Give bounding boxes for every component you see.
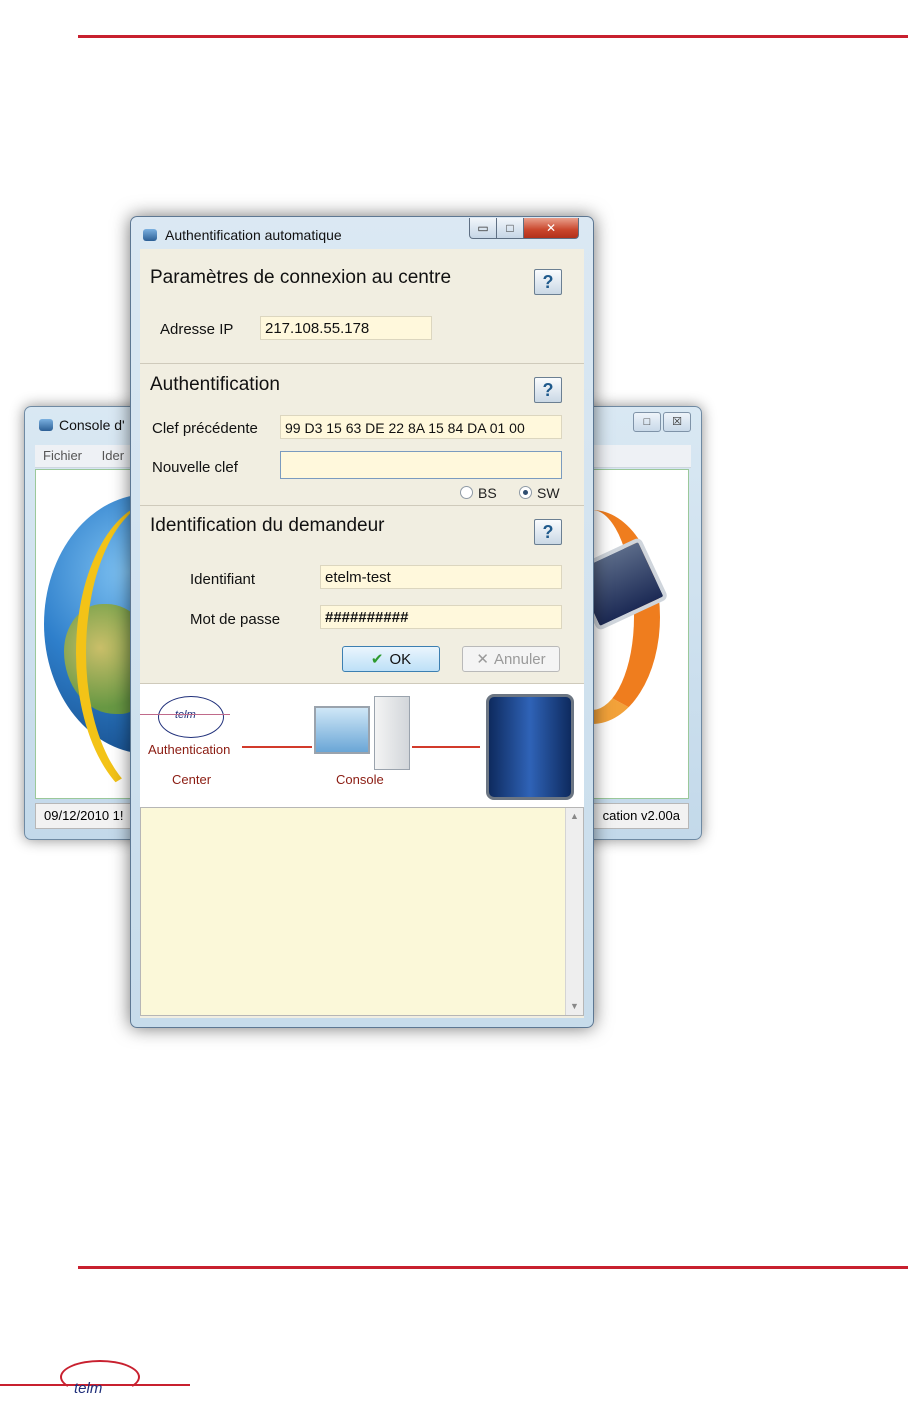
app-icon [39,419,53,431]
dialog-title: Authentification automatique [143,227,342,243]
pwd-field[interactable]: ########## [320,605,562,629]
log-scrollbar[interactable]: ▲ ▼ [565,808,583,1015]
cancel-button[interactable]: ✕ Annuler [462,646,560,672]
separator [140,363,584,364]
auth-dialog: Authentification automatique ▭ □ ✕ Param… [130,216,594,1028]
connection-diagram: telm Authentication Center Console [140,683,584,808]
auth-help-button[interactable]: ? [534,377,562,403]
maximize-icon[interactable]: □ [496,218,524,239]
new-key-label: Nouvelle clef [152,459,238,476]
radio-bs-indicator [460,486,473,499]
ip-label: Adresse IP [160,321,234,338]
pc-tower-icon [374,696,410,770]
ok-button[interactable]: ✔ OK [342,646,440,672]
radio-sw-indicator [519,486,532,499]
logo-line [140,714,230,715]
requester-help-button[interactable]: ? [534,519,562,545]
section-connection-heading: Paramètres de connexion au centre [150,267,452,288]
link-line-2 [412,746,480,748]
connection-help-button[interactable]: ? [534,269,562,295]
console-window-controls: □ ☒ [633,412,691,432]
scroll-up-icon[interactable]: ▲ [566,808,583,825]
id-label: Identifiant [190,571,256,588]
radio-bs[interactable]: BS [460,485,497,501]
pwd-label: Mot de passe [190,611,281,628]
bottom-rule [78,1266,908,1269]
new-key-field[interactable] [280,451,562,479]
cancel-icon: ✕ [476,651,489,668]
auth-center-logo: telm [158,696,224,738]
menu-identification[interactable]: Ider [94,445,132,466]
console-label: Console [336,772,384,787]
radio-sw[interactable]: SW [519,485,560,501]
separator [140,505,584,506]
auth-center-label-2: Center [172,772,212,787]
prev-key-label: Clef précédente [152,420,258,437]
app-icon [143,229,157,241]
console-window-title: Console d' [39,417,125,433]
check-icon: ✔ [370,651,384,668]
log-panel[interactable]: ▲ ▼ [140,807,584,1016]
status-timestamp: 09/12/2010 1! [44,808,124,823]
prev-key-field[interactable]: 99 D3 15 63 DE 22 8A 15 84 DA 01 00 [280,415,562,439]
radio-equipment-icon [486,694,574,800]
menu-fichier[interactable]: Fichier [35,445,90,466]
minimize-icon[interactable]: ▭ [469,218,497,239]
close-icon[interactable]: ✕ [523,218,579,239]
close-icon[interactable]: ☒ [663,412,691,432]
section-auth-heading: Authentification [150,374,280,395]
id-field[interactable]: etelm-test [320,565,562,589]
telm-logo: telm [0,1358,200,1398]
link-line-1 [242,746,312,748]
section-requester-heading: Identification du demandeur [150,515,385,536]
scroll-down-icon[interactable]: ▼ [566,998,583,1015]
status-version: cation v2.00a [602,808,680,823]
top-rule [78,35,908,38]
maximize-icon[interactable]: □ [633,412,661,432]
auth-center-label-1: Authentication [148,742,231,757]
monitor-icon [314,706,370,754]
ip-field[interactable]: 217.108.55.178 [260,316,432,340]
